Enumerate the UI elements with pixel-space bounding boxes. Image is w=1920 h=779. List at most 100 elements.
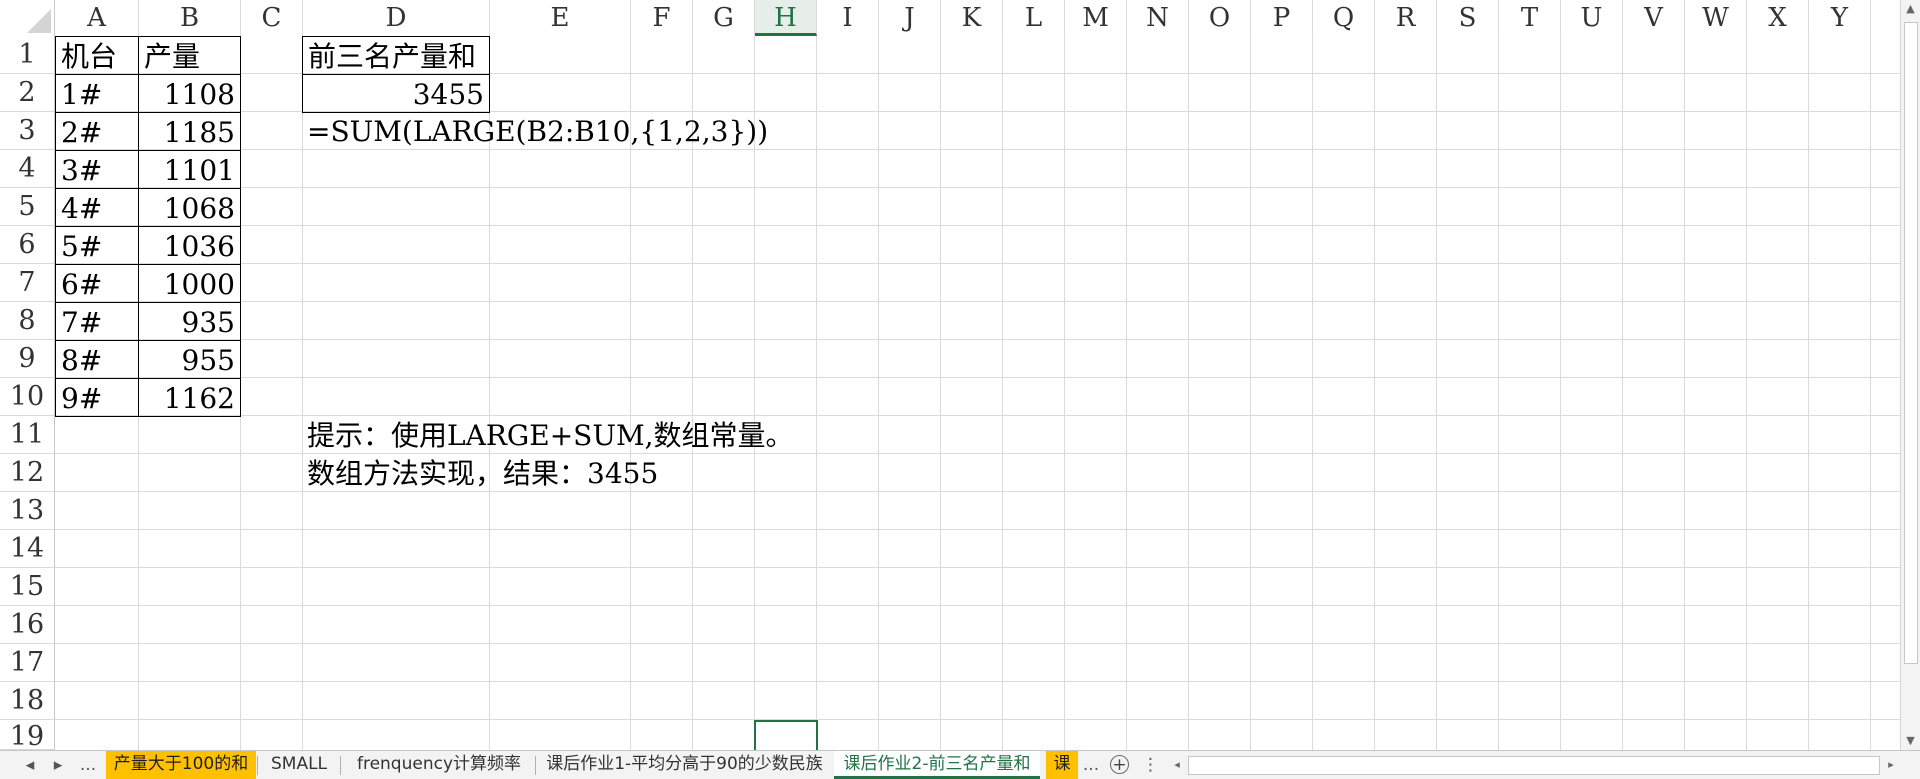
cell-b1-header[interactable]: 产量 [138, 36, 241, 75]
cell-machine[interactable]: 1# [55, 74, 139, 113]
row-header-5[interactable]: 5 [0, 188, 55, 226]
tab-separator [535, 756, 536, 775]
row-header-16[interactable]: 16 [0, 606, 55, 644]
column-header-b[interactable]: B [139, 0, 241, 36]
column-header-g[interactable]: G [693, 0, 755, 36]
cell-machine[interactable]: 8# [55, 340, 139, 379]
cell-output[interactable]: 1068 [138, 188, 241, 227]
cell-machine[interactable]: 5# [55, 226, 139, 265]
row-header-6[interactable]: 6 [0, 226, 55, 264]
row-header-18[interactable]: 18 [0, 682, 55, 720]
scroll-up-icon[interactable]: ▲ [1901, 0, 1920, 18]
cell-output[interactable]: 955 [138, 340, 241, 379]
cell-a1-header[interactable]: 机台 [55, 36, 139, 75]
cell-d12-note[interactable]: 数组方法实现，结果：3455 [302, 454, 663, 492]
column-header-n[interactable]: N [1127, 0, 1189, 36]
cell-machine[interactable]: 9# [55, 378, 139, 417]
vertical-scroll-thumb[interactable] [1904, 22, 1918, 664]
cell-output[interactable]: 1036 [138, 226, 241, 265]
row-header-14[interactable]: 14 [0, 530, 55, 568]
worksheet-grid[interactable]: 机台 产量 1# 1108 2# 1185 3# 1101 4# 1068 5#… [55, 36, 1900, 750]
column-header-o[interactable]: O [1189, 0, 1251, 36]
row-header-7[interactable]: 7 [0, 264, 55, 302]
column-header-v[interactable]: V [1623, 0, 1685, 36]
row-header-13[interactable]: 13 [0, 492, 55, 530]
tab-splitter-handle-icon[interactable]: ⋮ [1142, 751, 1159, 779]
tab-scroll-left-icon[interactable]: ◂ [22, 751, 38, 779]
active-cell-h19[interactable] [754, 720, 818, 750]
column-header-f[interactable]: F [631, 0, 693, 36]
tabs-more-right-button[interactable]: ... [1080, 751, 1102, 779]
cell-machine[interactable]: 4# [55, 188, 139, 227]
add-sheet-icon[interactable]: + [1110, 755, 1129, 774]
cell-output[interactable]: 1185 [138, 112, 241, 151]
column-header-u[interactable]: U [1561, 0, 1623, 36]
scroll-left-icon[interactable]: ◂ [1168, 754, 1186, 776]
sheet-tab[interactable]: 产量大于100的和 [106, 751, 256, 779]
horizontal-scrollbar[interactable]: ◂ ▸ [1168, 754, 1900, 776]
row-header-19[interactable]: 19 [0, 720, 55, 752]
tab-scroll-right-icon[interactable]: ▸ [50, 751, 66, 779]
gridline [1312, 36, 1313, 750]
column-header-q[interactable]: Q [1313, 0, 1375, 36]
tab-separator [257, 756, 258, 775]
row-header-3[interactable]: 3 [0, 112, 55, 150]
row-header-9[interactable]: 9 [0, 340, 55, 378]
column-header-w[interactable]: W [1685, 0, 1747, 36]
gridline [1808, 36, 1809, 750]
cell-d3-formula-text[interactable]: =SUM(LARGE(B2:B10,{1,2,3})) [302, 112, 773, 150]
column-header-a[interactable]: A [55, 0, 139, 36]
cell-machine[interactable]: 2# [55, 112, 139, 151]
column-header-y[interactable]: Y [1809, 0, 1871, 36]
cell-output[interactable]: 1108 [138, 74, 241, 113]
cell-d2-result-value[interactable]: 3455 [302, 74, 490, 113]
cell-d11-hint[interactable]: 提示：使用LARGE+SUM,数组常量。 [302, 416, 799, 454]
gridline [1436, 36, 1437, 750]
row-header-11[interactable]: 11 [0, 416, 55, 454]
row-header-1[interactable]: 1 [0, 36, 55, 74]
select-all-button[interactable] [0, 0, 55, 36]
column-header-l[interactable]: L [1003, 0, 1065, 36]
column-header-k[interactable]: K [941, 0, 1003, 36]
row-header-4[interactable]: 4 [0, 150, 55, 188]
row-header-17[interactable]: 17 [0, 644, 55, 682]
column-header-i[interactable]: I [817, 0, 879, 36]
row-header-15[interactable]: 15 [0, 568, 55, 606]
column-header-x[interactable]: X [1747, 0, 1809, 36]
column-header-e[interactable]: E [490, 0, 631, 36]
select-all-triangle-icon [27, 9, 51, 33]
gridline [1126, 36, 1127, 750]
sheet-tab-active[interactable]: 课后作业2-前三名产量和 [834, 751, 1040, 779]
sheet-tab[interactable]: SMALL [260, 751, 338, 779]
column-header-r[interactable]: R [1375, 0, 1437, 36]
cell-output[interactable]: 1101 [138, 150, 241, 189]
row-header-2[interactable]: 2 [0, 74, 55, 112]
scroll-down-icon[interactable]: ▼ [1901, 732, 1920, 750]
cell-machine[interactable]: 6# [55, 264, 139, 303]
scroll-right-icon[interactable]: ▸ [1882, 754, 1900, 776]
cell-machine[interactable]: 3# [55, 150, 139, 189]
row-header-8[interactable]: 8 [0, 302, 55, 340]
column-header-d[interactable]: D [303, 0, 490, 36]
horizontal-scroll-thumb[interactable] [1188, 756, 1880, 775]
column-header-p[interactable]: P [1251, 0, 1313, 36]
row-header-12[interactable]: 12 [0, 454, 55, 492]
column-header-s[interactable]: S [1437, 0, 1499, 36]
gridline [1622, 36, 1623, 750]
column-header-j[interactable]: J [879, 0, 941, 36]
sheet-tab[interactable]: 课后作业1-平均分高于90的少数民族 [538, 751, 831, 779]
cell-d1-result-title[interactable]: 前三名产量和 [302, 36, 490, 75]
tabs-more-left-button[interactable]: ... [78, 751, 98, 779]
sheet-tab[interactable]: 课 [1046, 751, 1078, 779]
column-header-t[interactable]: T [1499, 0, 1561, 36]
cell-output[interactable]: 935 [138, 302, 241, 341]
cell-output[interactable]: 1162 [138, 378, 241, 417]
column-header-h[interactable]: H [755, 0, 817, 36]
sheet-tab[interactable]: frenquency计算频率 [344, 751, 534, 779]
column-header-c[interactable]: C [241, 0, 303, 36]
cell-output[interactable]: 1000 [138, 264, 241, 303]
column-header-m[interactable]: M [1065, 0, 1127, 36]
cell-machine[interactable]: 7# [55, 302, 139, 341]
vertical-scrollbar[interactable]: ▲ ▼ [1900, 0, 1920, 750]
row-header-10[interactable]: 10 [0, 378, 55, 416]
